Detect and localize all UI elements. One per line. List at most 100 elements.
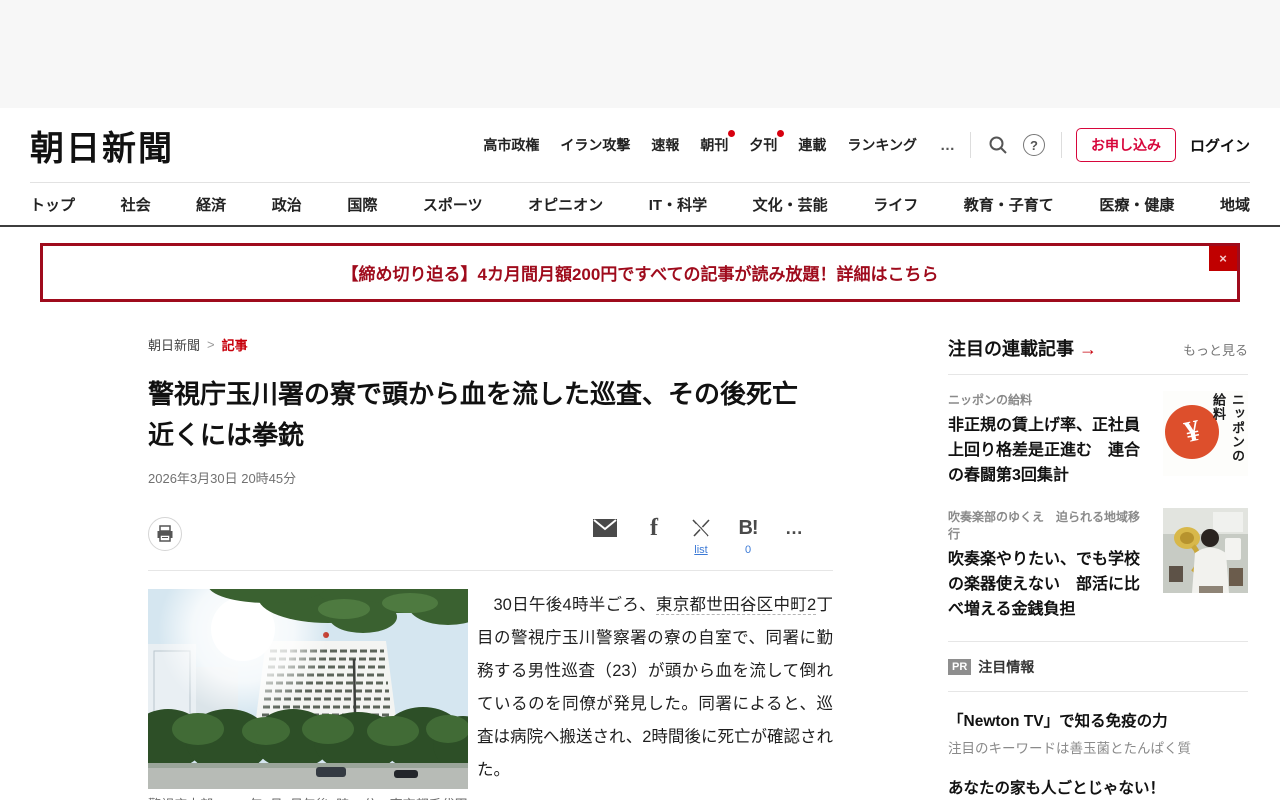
sidebar-article-title: 吹奏楽やりたい、でも学校の楽器使えない 部活に比べ増える金銭負担 <box>948 548 1146 622</box>
promo-title: あなたの家も人ごとじゃない！ <box>948 776 1248 798</box>
more-menu-icon[interactable]: … <box>940 137 956 154</box>
x-share-button[interactable]: list <box>691 517 711 556</box>
gnav-economy[interactable]: 経済 <box>196 194 226 215</box>
header-right: 高市政権 イラン攻撃 速報 朝刊 夕刊 連載 ランキング … ? お申し込み ロ… <box>483 128 1250 162</box>
article-column: 朝日新聞 > 記事 警視庁玉川署の寮で頭から血を流した巡査、その後死亡 近くには… <box>148 335 833 800</box>
featured-series-label: 注目の連載記事 <box>948 339 1074 359</box>
content: 朝日新聞 > 記事 警視庁玉川署の寮で頭から血を流した巡査、その後死亡 近くには… <box>148 335 1248 800</box>
gnav-opinion[interactable]: オピニオン <box>528 194 603 215</box>
facebook-icon: f <box>650 517 658 539</box>
gnav-politics[interactable]: 政治 <box>272 194 302 215</box>
gnav-life[interactable]: ライフ <box>873 194 918 215</box>
pr-badge: PR <box>948 659 971 675</box>
hnav-chokan-label: 朝刊 <box>700 137 728 153</box>
hnav-yukan[interactable]: 夕刊 <box>749 135 777 155</box>
asahi-logo[interactable]: 朝日新聞 <box>30 121 174 170</box>
promo-newton-tv[interactable]: 「Newton TV」で知る免疫の力 注目のキーワードは善玉菌とたんぱく質 <box>948 692 1248 759</box>
share-icons: f list B! 0 … <box>593 517 805 556</box>
article-title: 警視庁玉川署の寮で頭から血を流した巡査、その後死亡 近くには拳銃 <box>148 374 833 456</box>
gnav-international[interactable]: 国際 <box>347 194 377 215</box>
photo-caption: 警視庁本部=2025年7月4日午後1時49分、東京都千代田区 <box>148 795 468 800</box>
gnav-culture[interactable]: 文化・芸能 <box>753 194 828 215</box>
hnav-chokan[interactable]: 朝刊 <box>700 135 728 155</box>
hnav-takaichi[interactable]: 高市政権 <box>483 135 539 155</box>
pr-label: 注目情報 <box>978 657 1034 677</box>
sidebar: 注目の連載記事 → もっと見る ニッポンの給料 非正規の賃上げ率、正社員上回り格… <box>948 335 1248 800</box>
x-icon <box>692 517 710 539</box>
paragraph-text: 丁目の警視庁玉川警察署の寮の自室で、同署に勤務する男性巡査（23）が頭から血を流… <box>477 596 833 779</box>
sidebar-article-thumbnail: ¥ ニッポンの給料 <box>1163 391 1248 476</box>
breadcrumb-home[interactable]: 朝日新聞 <box>148 335 200 354</box>
gnav-society[interactable]: 社会 <box>121 194 151 215</box>
breadcrumb: 朝日新聞 > 記事 <box>148 335 833 354</box>
hnav-iran[interactable]: イラン攻撃 <box>560 135 630 155</box>
hatena-icon: B! <box>738 517 757 539</box>
help-glyph: ? <box>1023 134 1045 156</box>
yen-glyph: ¥ <box>1181 414 1203 450</box>
sidebar-article-text: 吹奏楽部のゆくえ 迫られる地域移行 吹奏楽やりたい、でも学校の楽器使えない 部活… <box>948 508 1146 622</box>
hnav-rensai[interactable]: 連載 <box>798 135 826 155</box>
promo-akiya[interactable]: あなたの家も人ごとじゃない！ 空き家対策、いっしょに考えませんか？ <box>948 759 1248 800</box>
email-icon <box>593 517 617 539</box>
stamp-vertical-text: ニッポンの給料 <box>1209 393 1247 474</box>
search-icon[interactable] <box>985 132 1011 158</box>
hnav-sokuho[interactable]: 速報 <box>651 135 679 155</box>
campaign-banner-link[interactable]: 【締め切り迫る】4カ月間月額200円ですべての記事が読み放題！詳細はこちら <box>342 260 939 285</box>
arrow-right-icon: → <box>1079 339 1097 359</box>
pr-section-header: PR 注目情報 <box>948 642 1248 692</box>
share-row: f list B! 0 … <box>148 517 833 556</box>
new-badge-dot <box>777 130 784 137</box>
promo-subtitle: 注目のキーワードは善玉菌とたんぱく質 <box>948 737 1248 757</box>
breadcrumb-separator: > <box>207 337 215 352</box>
keyword-link[interactable]: 東京都世田谷区中町2 <box>656 596 816 615</box>
gnav-medical[interactable]: 医療・健康 <box>1099 194 1174 215</box>
login-link[interactable]: ログイン <box>1190 135 1250 156</box>
hnav-yukan-label: 夕刊 <box>749 137 777 153</box>
email-share-button[interactable] <box>593 517 617 556</box>
divider <box>148 570 833 571</box>
gnav-sports[interactable]: スポーツ <box>423 194 483 215</box>
divider <box>1061 132 1062 158</box>
series-kicker: 吹奏楽部のゆくえ 迫られる地域移行 <box>948 508 1146 542</box>
gnav-it-science[interactable]: IT・科学 <box>649 194 707 215</box>
breadcrumb-current[interactable]: 記事 <box>222 335 248 354</box>
gnav-education[interactable]: 教育・子育て <box>964 194 1054 215</box>
article-paragraph: 30日午後4時半ごろ、東京都世田谷区中町2丁目の警視庁玉川警察署の寮の自室で、同… <box>477 589 833 787</box>
article-body: 警視庁本部=2025年7月4日午後1時49分、東京都千代田区 30日午後4時半ご… <box>148 589 833 800</box>
help-icon[interactable]: ? <box>1021 132 1047 158</box>
hnav-ranking[interactable]: ランキング <box>847 135 917 155</box>
sidebar-article-salary[interactable]: ニッポンの給料 非正規の賃上げ率、正社員上回り格差是正進む 連合の春闘第3回集計… <box>948 375 1248 502</box>
x-list-link[interactable]: list <box>694 544 707 556</box>
gnav-region[interactable]: 地域 <box>1220 194 1250 215</box>
signup-button[interactable]: お申し込み <box>1076 128 1176 162</box>
global-nav: トップ 社会 経済 政治 国際 スポーツ オピニオン IT・科学 文化・芸能 ラ… <box>0 182 1280 227</box>
print-button[interactable] <box>148 517 182 551</box>
paragraph-text: 30日午後4時半ごろ、 <box>494 596 656 614</box>
sidebar-article-title: 非正規の賃上げ率、正社員上回り格差是正進む 連合の春闘第3回集計 <box>948 414 1146 488</box>
see-more-link[interactable]: もっと見る <box>1183 340 1248 359</box>
article-photo[interactable] <box>148 589 468 789</box>
top-ad-placeholder <box>0 0 1280 108</box>
more-icon: … <box>785 517 805 539</box>
sidebar-article-text: ニッポンの給料 非正規の賃上げ率、正社員上回り格差是正進む 連合の春闘第3回集計 <box>948 391 1146 488</box>
hatena-share-button[interactable]: B! 0 <box>738 517 758 556</box>
featured-series-link[interactable]: 注目の連載記事 → <box>948 335 1097 361</box>
gnav-top[interactable]: トップ <box>30 194 75 215</box>
hatena-count[interactable]: 0 <box>745 544 751 556</box>
sidebar-article-band[interactable]: 吹奏楽部のゆくえ 迫られる地域移行 吹奏楽やりたい、でも学校の楽器使えない 部活… <box>948 502 1248 636</box>
new-badge-dot <box>728 130 735 137</box>
series-kicker: ニッポンの給料 <box>948 391 1146 408</box>
divider <box>970 132 971 158</box>
campaign-banner: 【締め切り迫る】4カ月間月額200円ですべての記事が読み放題！詳細はこちら × <box>40 243 1240 302</box>
header-nav: 高市政権 イラン攻撃 速報 朝刊 夕刊 連載 ランキング … <box>483 135 956 155</box>
article-text: 30日午後4時半ごろ、東京都世田谷区中町2丁目の警視庁玉川警察署の寮の自室で、同… <box>477 589 833 800</box>
sidebar-header: 注目の連載記事 → もっと見る <box>948 335 1248 375</box>
banner-close-icon[interactable]: × <box>1209 246 1237 271</box>
sidebar-article-thumbnail <box>1163 508 1248 593</box>
article-date: 2026年3月30日 20時45分 <box>148 468 833 487</box>
more-share-button[interactable]: … <box>785 517 805 556</box>
site-header: 朝日新聞 高市政権 イラン攻撃 速報 朝刊 夕刊 連載 ランキング … ? お申… <box>0 108 1280 182</box>
promo-title: 「Newton TV」で知る免疫の力 <box>948 709 1248 731</box>
photo-block: 警視庁本部=2025年7月4日午後1時49分、東京都千代田区 <box>148 589 468 800</box>
facebook-share-button[interactable]: f <box>644 517 664 556</box>
